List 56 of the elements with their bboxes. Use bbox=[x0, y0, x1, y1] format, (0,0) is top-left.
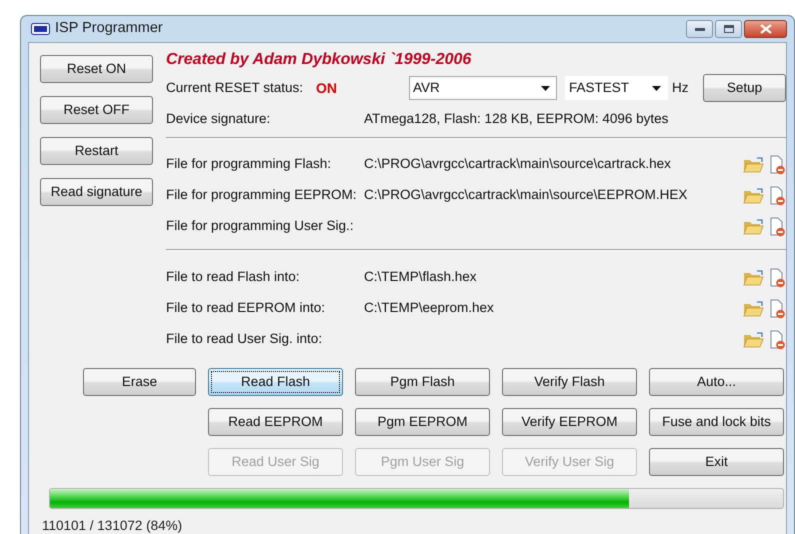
setup-button[interactable]: Setup bbox=[703, 74, 786, 102]
side-button[interactable]: Reset ON bbox=[40, 55, 153, 83]
device-dropdown[interactable]: AVR bbox=[409, 76, 557, 100]
file-label: File to read User Sig. into: bbox=[166, 330, 324, 348]
file-label: File for programming Flash: bbox=[166, 155, 332, 174]
action-button[interactable]: Verify Flash bbox=[502, 368, 637, 396]
remove-file-icon bbox=[770, 154, 786, 174]
action-button[interactable]: Exit bbox=[649, 448, 784, 476]
reset-status-label: Current RESET status: bbox=[166, 78, 304, 97]
unit-label: Hz bbox=[672, 78, 688, 97]
action-button[interactable]: Verify EEPROM bbox=[502, 408, 637, 436]
file-path: C:\PROG\avrgcc\cartrack\main\source\EEPROM.HEX bbox=[364, 186, 688, 204]
side-button[interactable]: Reset OFF bbox=[40, 96, 153, 124]
action-button[interactable]: Erase bbox=[83, 368, 196, 396]
open-folder-icon bbox=[743, 156, 764, 172]
open-folder-icon bbox=[743, 270, 764, 286]
file-path: C:\TEMP\flash.hex bbox=[364, 268, 478, 286]
speed-dropdown[interactable]: FASTEST bbox=[565, 76, 668, 100]
close-button[interactable] bbox=[744, 20, 787, 38]
action-button[interactable]: Read EEPROM bbox=[208, 408, 343, 436]
side-button[interactable]: Restart bbox=[40, 137, 153, 165]
maximize-button[interactable] bbox=[715, 20, 742, 38]
status-text: 110101 / 131072 (84%) bbox=[42, 518, 184, 534]
remove-file-icon bbox=[770, 186, 786, 206]
file-label: File for programming EEPROM: bbox=[166, 186, 358, 204]
file-path: C:\PROG\avrgcc\cartrack\main\source\cartrack.hex bbox=[364, 155, 672, 174]
app-icon bbox=[31, 23, 50, 35]
minimize-icon bbox=[694, 27, 704, 31]
remove-file-icon bbox=[770, 330, 786, 350]
action-button[interactable]: Auto... bbox=[649, 368, 784, 396]
open-folder-icon bbox=[743, 300, 764, 316]
close-icon bbox=[760, 24, 772, 34]
signature-label: Device signature: bbox=[166, 110, 272, 128]
signature-value: ATmega128, Flash: 128 KB, EEPROM: 4096 bytes bbox=[364, 110, 668, 128]
action-button[interactable]: Read Flash bbox=[208, 368, 343, 396]
caret-icon bbox=[541, 86, 550, 90]
action-button[interactable]: Pgm EEPROM bbox=[355, 408, 490, 436]
open-folder-icon bbox=[743, 188, 764, 204]
file-label: File to read EEPROM into: bbox=[166, 299, 326, 318]
credit-text: Created by Adam Dybkowski `1999-2006 bbox=[166, 50, 472, 70]
open-folder-icon bbox=[743, 218, 764, 234]
action-button[interactable]: Pgm Flash bbox=[355, 368, 490, 396]
minimize-button[interactable] bbox=[686, 20, 713, 38]
remove-file-icon bbox=[770, 298, 786, 318]
reset-status-value: ON bbox=[316, 78, 338, 98]
file-path: C:\TEMP\eeprom.hex bbox=[364, 299, 495, 318]
window-title: ISP Programmer bbox=[55, 19, 163, 38]
remove-file-icon bbox=[770, 268, 786, 288]
file-label: File for programming User Sig.: bbox=[166, 217, 355, 236]
side-button[interactable]: Read signature bbox=[40, 178, 153, 206]
remove-file-icon bbox=[770, 216, 786, 236]
maximize-icon bbox=[724, 25, 734, 33]
file-label: File to read Flash into: bbox=[166, 268, 301, 286]
open-folder-icon bbox=[743, 332, 764, 348]
caret-icon bbox=[652, 86, 661, 90]
action-button[interactable]: Fuse and lock bits bbox=[649, 408, 784, 436]
